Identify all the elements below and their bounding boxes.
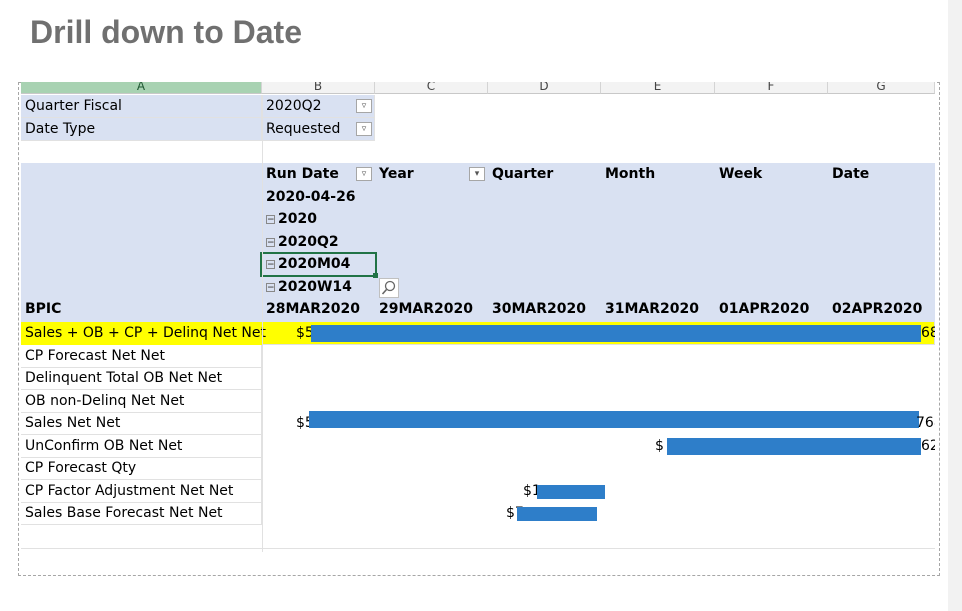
date-col-5[interactable]: 01APR2020 bbox=[715, 298, 828, 321]
value-cell[interactable]: 62 bbox=[921, 435, 935, 458]
hierarchy-quarter[interactable]: −2020Q2 bbox=[262, 231, 375, 254]
date-col-1[interactable]: 28MAR2020 bbox=[262, 298, 375, 321]
field-week[interactable]: Week bbox=[715, 163, 828, 186]
column-header-e[interactable]: E bbox=[601, 82, 715, 94]
hierarchy-week[interactable]: −2020W14 bbox=[262, 276, 375, 299]
hierarchy-year[interactable]: −2020 bbox=[262, 208, 375, 231]
collapse-icon[interactable]: − bbox=[266, 237, 275, 247]
filter-label-date-type[interactable]: Date Type bbox=[21, 118, 262, 141]
spreadsheet[interactable]: A B C D E F G Quarter Fiscal 2020Q2 ▿ Da… bbox=[21, 82, 935, 552]
row-header-bpic[interactable]: BPIC bbox=[21, 298, 262, 321]
redaction-bar bbox=[517, 507, 597, 521]
row-label[interactable]: Sales + OB + CP + Delinq Net Net bbox=[21, 322, 266, 345]
slide-title: Drill down to Date bbox=[30, 14, 302, 50]
filter-dropdown-icon[interactable]: ▿ bbox=[356, 122, 372, 136]
run-date-value[interactable]: 2020-04-26 bbox=[262, 186, 375, 209]
dropdown-arrow-icon[interactable]: ▾ bbox=[469, 167, 485, 181]
field-quarter[interactable]: Quarter bbox=[488, 163, 601, 186]
value-cell[interactable]: 68 bbox=[921, 322, 935, 345]
collapse-icon[interactable]: − bbox=[266, 214, 275, 224]
value-cell[interactable]: 768 bbox=[916, 412, 935, 435]
row-label[interactable]: OB non-Delinq Net Net bbox=[21, 390, 262, 413]
selected-cell-outline bbox=[260, 252, 377, 277]
column-header-g[interactable]: G bbox=[828, 82, 935, 94]
filter-dropdown-icon[interactable]: ▿ bbox=[356, 167, 372, 181]
redaction-bar bbox=[667, 438, 921, 455]
date-col-4[interactable]: 31MAR2020 bbox=[601, 298, 715, 321]
filter-label-quarter-fiscal[interactable]: Quarter Fiscal bbox=[21, 95, 262, 118]
field-month[interactable]: Month bbox=[601, 163, 715, 186]
row-label[interactable]: CP Factor Adjustment Net Net bbox=[21, 480, 262, 503]
redaction-bar bbox=[311, 325, 921, 342]
quick-explore-icon[interactable] bbox=[379, 278, 399, 298]
row-label[interactable]: CP Forecast Qty bbox=[21, 457, 262, 480]
column-header-b[interactable]: B bbox=[262, 82, 375, 94]
column-header-a[interactable]: A bbox=[21, 82, 262, 94]
field-date[interactable]: Date bbox=[828, 163, 935, 186]
column-header-d[interactable]: D bbox=[488, 82, 601, 94]
redaction-bar bbox=[309, 411, 919, 428]
empty-row bbox=[21, 525, 935, 549]
filter-dropdown-icon[interactable]: ▿ bbox=[356, 99, 372, 113]
date-col-6[interactable]: 02APR2020 bbox=[828, 298, 935, 321]
slide-edge bbox=[948, 0, 962, 611]
row-label[interactable]: CP Forecast Net Net bbox=[21, 345, 262, 368]
column-header-f[interactable]: F bbox=[715, 82, 828, 94]
date-col-3[interactable]: 30MAR2020 bbox=[488, 298, 601, 321]
row-label[interactable]: UnConfirm OB Net Net bbox=[21, 435, 262, 458]
column-header-c[interactable]: C bbox=[375, 82, 488, 94]
collapse-icon[interactable]: − bbox=[266, 282, 275, 292]
row-label[interactable]: Sales Net Net bbox=[21, 412, 262, 435]
row-label[interactable]: Sales Base Forecast Net Net bbox=[21, 502, 262, 525]
date-col-2[interactable]: 29MAR2020 bbox=[375, 298, 488, 321]
row-label[interactable]: Delinquent Total OB Net Net bbox=[21, 367, 262, 390]
redaction-bar bbox=[537, 485, 605, 499]
